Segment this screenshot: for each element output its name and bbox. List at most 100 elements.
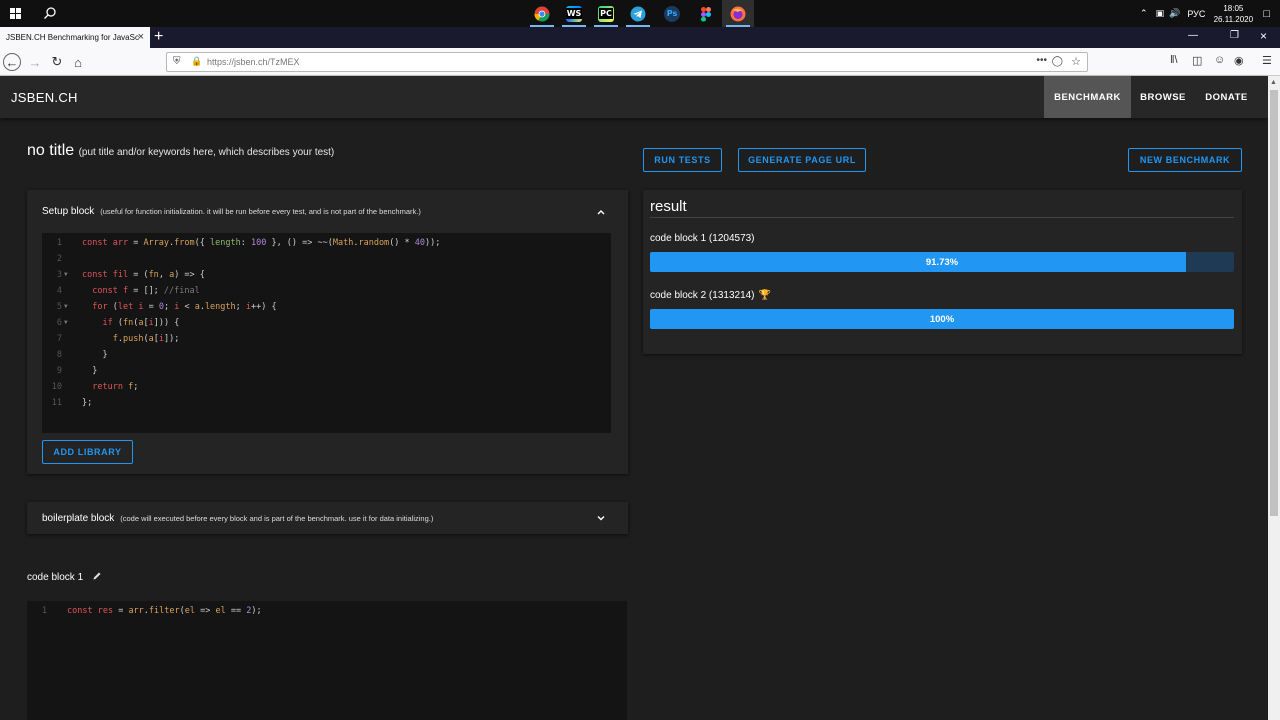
benchmark-title[interactable]: no title (put title and/or keywords here… (27, 142, 334, 160)
taskbar-app-photoshop[interactable]: Ps (656, 0, 688, 27)
line-number: 6 (56, 318, 62, 328)
title-hint: (put title and/or keywords here, which d… (78, 147, 335, 158)
webstorm-icon: WS (565, 5, 583, 22)
code-block-1-name: code block 1 (27, 572, 84, 583)
firefox-icon (730, 6, 746, 21)
line-number: 8 (56, 350, 62, 360)
sidebar-icon[interactable]: ◫ (1192, 54, 1202, 67)
add-library-button[interactable]: ADD LIBRARY (42, 440, 133, 464)
nav-benchmark[interactable]: BENCHMARK (1044, 76, 1131, 118)
chevron-down-icon[interactable] (596, 513, 606, 523)
chevron-up-icon[interactable]: ⌃ (1140, 8, 1148, 19)
account-icon[interactable]: ☺ (1214, 54, 1225, 66)
result-label: code block 1 (1204573) (650, 233, 755, 244)
new-benchmark-button[interactable]: NEW BENCHMARK (1128, 148, 1242, 172)
result-bar: 91.73% (650, 252, 1234, 272)
home-icon[interactable]: ⌂ (69, 53, 87, 71)
setup-block-title: Setup block (42, 206, 95, 217)
fold-arrow-icon[interactable]: ▼ (64, 303, 68, 310)
browser-tab-bar: JSBEN.CH Benchmarking for JavaSc × + — ❐… (0, 27, 1280, 48)
setup-code-editor[interactable]: 1 2 3 4 5 6 7 8 9 10 11 ▼ ▼ ▼ const arr = Array.fr… (42, 233, 611, 433)
close-tab-icon[interactable]: × (138, 31, 144, 43)
fold-arrow-icon[interactable]: ▼ (64, 319, 68, 326)
chevron-up-icon[interactable] (596, 207, 606, 217)
code-block-1-title[interactable]: code block 1 (27, 571, 102, 583)
scrollbar-thumb[interactable] (1270, 90, 1278, 516)
result-label: code block 2 (1313214) 🏆 (650, 290, 771, 301)
code-line: f.push(a[i]); (112, 334, 180, 344)
page-actions-icon[interactable]: ••• (1036, 55, 1047, 66)
code-line: }; (82, 398, 93, 408)
result-panel (643, 190, 1242, 354)
site-logo[interactable]: JSBEN.CH (11, 90, 78, 105)
code-block-1-editor[interactable]: 1 const res = arr.filter(el => el == 2); (27, 601, 627, 720)
taskbar-app-figma[interactable] (690, 0, 722, 27)
run-tests-button[interactable]: RUN TESTS (643, 148, 722, 172)
volume-icon[interactable]: 🔊 (1169, 8, 1180, 19)
line-number: 2 (56, 254, 62, 264)
tab-title: JSBEN.CH Benchmarking for JavaSc (6, 33, 139, 42)
bookmark-star-icon[interactable]: ☆ (1071, 55, 1081, 68)
code-line: } (82, 350, 108, 360)
new-tab-icon[interactable]: + (154, 28, 163, 46)
nav-donate[interactable]: DONATE (1195, 76, 1258, 118)
back-icon[interactable]: ← (3, 53, 21, 71)
trophy-icon: 🏆 (758, 290, 771, 301)
extension-icon[interactable]: ◉ (1234, 54, 1244, 67)
taskbar-app-chrome[interactable] (526, 0, 558, 27)
result-bar: 100% (650, 309, 1234, 329)
pocket-icon[interactable]: ◯ (1052, 56, 1063, 67)
forward-icon[interactable]: → (26, 53, 44, 71)
edit-pencil-icon[interactable] (92, 571, 102, 581)
page-scrollbar[interactable]: ▲ (1268, 76, 1280, 720)
search-icon[interactable] (43, 6, 57, 20)
clock-time: 18:05 (1223, 3, 1244, 13)
reload-icon[interactable]: ↻ (48, 53, 66, 71)
browser-tab[interactable]: JSBEN.CH Benchmarking for JavaSc × (0, 27, 150, 48)
generate-url-button[interactable]: GENERATE PAGE URL (738, 148, 866, 172)
photoshop-icon: Ps (664, 5, 680, 22)
line-number: 10 (51, 382, 62, 392)
boilerplate-block-header[interactable]: boilerplate block (code will executed bef… (42, 513, 433, 524)
setup-block-hint: (useful for function initialization. it … (100, 207, 421, 216)
taskbar-app-pycharm[interactable]: PC (590, 0, 622, 27)
code-line: if (fn(a[i])) { (102, 318, 180, 328)
line-number: 1 (56, 238, 62, 248)
library-icon[interactable]: ‖\ (1170, 54, 1178, 66)
clock[interactable]: 18:05 26.11.2020 (1209, 3, 1257, 25)
notifications-icon[interactable]: □ (1263, 8, 1270, 20)
setup-block-header[interactable]: Setup block (useful for function initiali… (42, 206, 421, 217)
boilerplate-block-hint: (code will executed before every block a… (120, 514, 434, 523)
code-line: const fil = (fn, a) => { (82, 270, 205, 280)
fold-arrow-icon[interactable]: ▼ (64, 271, 68, 278)
figma-icon (701, 6, 711, 21)
code-line: const res = arr.filter(el => el == 2); (67, 606, 262, 616)
windows-taskbar: WS PC Ps ⌃ ▣ 🔊 РУС 18:05 26.11.2020 □ (0, 0, 1280, 27)
address-bar[interactable]: ⛨ 🔒 https://jsben.ch/TzMEX ••• ◯ ☆ (166, 52, 1088, 72)
result-divider (650, 217, 1234, 218)
code-line: } (82, 366, 98, 376)
taskbar-app-telegram[interactable] (622, 0, 654, 27)
language-indicator[interactable]: РУС (1187, 9, 1205, 19)
pycharm-icon: PC (598, 5, 614, 22)
minimize-icon[interactable]: — (1188, 30, 1198, 41)
nav-browse[interactable]: BROWSE (1131, 76, 1195, 118)
boilerplate-block-panel[interactable]: boilerplate block (code will executed bef… (27, 502, 628, 534)
taskbar-app-webstorm[interactable]: WS (558, 0, 590, 27)
taskbar-app-firefox[interactable] (722, 0, 754, 27)
close-window-icon[interactable]: × (1260, 29, 1267, 43)
line-number: 5 (56, 302, 62, 312)
scroll-up-icon[interactable]: ▲ (1270, 79, 1277, 86)
shield-icon[interactable]: ⛨ (173, 56, 181, 67)
lock-icon[interactable]: 🔒 (191, 56, 202, 67)
setup-block-panel: Setup block (useful for function initiali… (27, 190, 628, 474)
windows-start-icon[interactable] (10, 8, 21, 19)
telegram-icon (630, 6, 646, 21)
chrome-icon (534, 6, 550, 21)
result-percent: 100% (929, 313, 955, 325)
menu-icon[interactable]: ☰ (1262, 54, 1272, 67)
restore-icon[interactable]: ❐ (1230, 30, 1239, 41)
network-icon[interactable]: ▣ (1156, 8, 1165, 19)
url-text: https://jsben.ch/TzMEX (207, 57, 300, 67)
result-title: result (650, 198, 687, 215)
